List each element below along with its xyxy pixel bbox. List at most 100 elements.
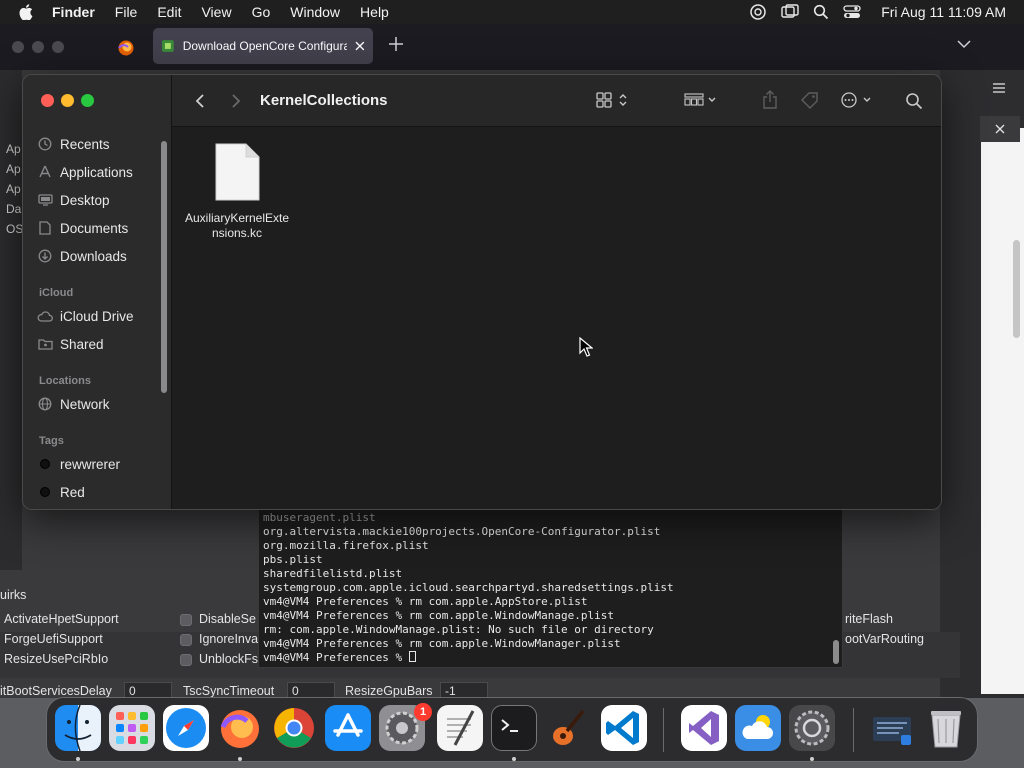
menu-view[interactable]: View — [191, 0, 241, 24]
menu-clock[interactable]: Fri Aug 11 11:09 AM — [881, 4, 1006, 20]
dock-app-garageband[interactable] — [545, 705, 591, 751]
window-close-button[interactable] — [41, 94, 54, 107]
dock-app-weather[interactable] — [735, 705, 781, 751]
sidebar-item-label: Documents — [60, 220, 129, 236]
option-boot-var-routing[interactable]: ootVarRouting — [845, 632, 924, 646]
dock-app-settings[interactable] — [789, 705, 835, 751]
field-label-resize-gpu-bars: ResizeGpuBars — [345, 684, 433, 698]
firefox-minimize-button[interactable] — [32, 41, 44, 53]
firefox-close-button[interactable] — [12, 41, 24, 53]
dock-app-chrome[interactable] — [271, 705, 317, 751]
configurator-left-list: Ap Ap Ap Da OS — [0, 70, 23, 570]
sidebar-item-downloads[interactable]: Downloads — [37, 246, 127, 266]
back-chevron-icon[interactable] — [194, 93, 206, 109]
list-all-tabs-chevron-icon[interactable] — [956, 38, 972, 50]
apple-menu[interactable] — [0, 4, 52, 20]
forward-chevron-icon[interactable] — [230, 93, 242, 109]
dock-app-vscode[interactable] — [601, 705, 647, 751]
finder-window: Recents Applications Desktop Documents D… — [22, 74, 942, 510]
more-actions-icon[interactable] — [840, 92, 876, 108]
applications-icon — [39, 165, 51, 178]
new-tab-icon[interactable] — [388, 36, 404, 52]
firefox-zoom-button[interactable] — [52, 41, 64, 53]
terminal-line: sharedfilelistd.plist — [263, 567, 403, 580]
option-write-flash[interactable]: riteFlash — [845, 612, 893, 626]
sidebar-item-label: Network — [60, 396, 110, 412]
configurator-left-item[interactable]: Ap — [6, 182, 21, 196]
option-forge-uefi-support[interactable]: ForgeUefiSupport — [4, 632, 103, 646]
option-resize-use-pci-rbio[interactable]: ResizeUsePciRbIo — [4, 652, 108, 666]
share-icon[interactable] — [762, 90, 778, 110]
side-sheet-close-button[interactable] — [980, 116, 1020, 142]
search-icon[interactable] — [905, 92, 923, 110]
option-activate-hpet-support[interactable]: ActivateHpetSupport — [4, 612, 119, 626]
option-unblock-fs[interactable]: UnblockFs — [199, 652, 258, 666]
side-sheet-scrollbar[interactable] — [1013, 240, 1020, 338]
menu-file[interactable]: File — [105, 0, 148, 24]
window-minimize-button[interactable] — [61, 94, 74, 107]
openai-status-icon[interactable] — [749, 3, 767, 21]
dock-app-trash[interactable] — [923, 705, 969, 751]
sidebar-item-shared[interactable]: Shared — [37, 334, 104, 354]
menu-app-finder[interactable]: Finder — [52, 0, 105, 24]
dock-app-firefox[interactable] — [217, 705, 263, 751]
control-center-icon[interactable] — [843, 4, 861, 20]
checkbox-ignore-inva[interactable] — [180, 634, 192, 646]
dock-app-screenshot[interactable] — [869, 705, 915, 751]
sidebar-tag-rewwrerer[interactable]: rewwrerer — [37, 454, 120, 474]
spotlight-search-icon[interactable] — [813, 4, 829, 20]
configurator-left-item[interactable]: Ap — [6, 162, 21, 176]
sidebar-item-documents[interactable]: Documents — [37, 218, 128, 238]
window-zoom-button[interactable] — [81, 94, 94, 107]
sidebar-item-icloud-drive[interactable]: iCloud Drive — [37, 306, 134, 326]
dock-app-terminal[interactable] — [491, 705, 537, 751]
tag-icon[interactable] — [800, 91, 820, 109]
screenshot-stack-icon — [873, 717, 911, 745]
tab-close-icon[interactable] — [355, 41, 365, 51]
dock-app-launchpad[interactable] — [109, 705, 155, 751]
finder-toolbar: KernelCollections — [172, 75, 941, 127]
menu-go[interactable]: Go — [242, 0, 281, 24]
close-icon — [995, 124, 1005, 134]
quirks-label: uirks — [0, 588, 27, 602]
file-item-auxiliary-kernel-extensions[interactable]: AuxiliaryKernelExtensions.kc — [180, 143, 294, 241]
configurator-left-item[interactable]: Ap — [6, 142, 21, 156]
terminal-scrollbar[interactable] — [833, 640, 839, 664]
weather-cloud-icon — [742, 715, 773, 739]
dock-app-finder[interactable] — [55, 705, 101, 751]
finder-file-area[interactable]: AuxiliaryKernelExtensions.kc — [172, 127, 941, 509]
dock-app-textedit[interactable] — [437, 705, 483, 751]
checkbox-unblock-fs[interactable] — [180, 654, 192, 666]
option-ignore-inva[interactable]: IgnoreInva — [199, 632, 258, 646]
menu-window[interactable]: Window — [280, 0, 350, 24]
menu-edit[interactable]: Edit — [147, 0, 191, 24]
dock-app-safari[interactable] — [163, 705, 209, 751]
shared-folder-icon — [37, 339, 53, 350]
dock-app-visual-studio[interactable] — [681, 705, 727, 751]
visual-studio-logo-icon — [689, 711, 719, 745]
screen-mirroring-icon[interactable] — [781, 4, 799, 20]
sidebar-section-icloud: iCloud — [39, 287, 74, 299]
dock-app-app-store[interactable] — [325, 705, 371, 751]
configurator-left-item[interactable]: Da — [6, 202, 21, 216]
option-disable-se[interactable]: DisableSe — [199, 612, 256, 626]
menu-help[interactable]: Help — [350, 0, 399, 24]
sidebar-item-applications[interactable]: Applications — [37, 162, 133, 182]
firefox-logo-icon — [220, 710, 259, 748]
group-by-icon[interactable] — [684, 92, 720, 108]
hamburger-menu-icon[interactable] — [992, 82, 1006, 94]
icon-view-grid-icon[interactable] — [596, 92, 632, 108]
sidebar-item-desktop[interactable]: Desktop — [37, 190, 110, 210]
opencore-favicon-icon — [161, 40, 174, 52]
sidebar-scrollbar[interactable] — [161, 141, 167, 393]
sidebar-item-network[interactable]: Network — [37, 394, 110, 414]
firefox-view-icon[interactable] — [117, 39, 135, 57]
sidebar-item-recents[interactable]: Recents — [37, 134, 110, 154]
vscode-logo-icon — [606, 711, 639, 745]
configurator-left-item[interactable]: OS — [6, 222, 23, 236]
firefox-active-tab[interactable]: Download OpenCore Configurat — [153, 28, 373, 64]
terminal-prompt-line[interactable]: vm4@VM4 Preferences % — [263, 651, 416, 665]
tag-color-dot-icon — [40, 459, 50, 469]
sidebar-tag-red[interactable]: Red — [37, 482, 85, 502]
checkbox-disable-se[interactable] — [180, 614, 192, 626]
